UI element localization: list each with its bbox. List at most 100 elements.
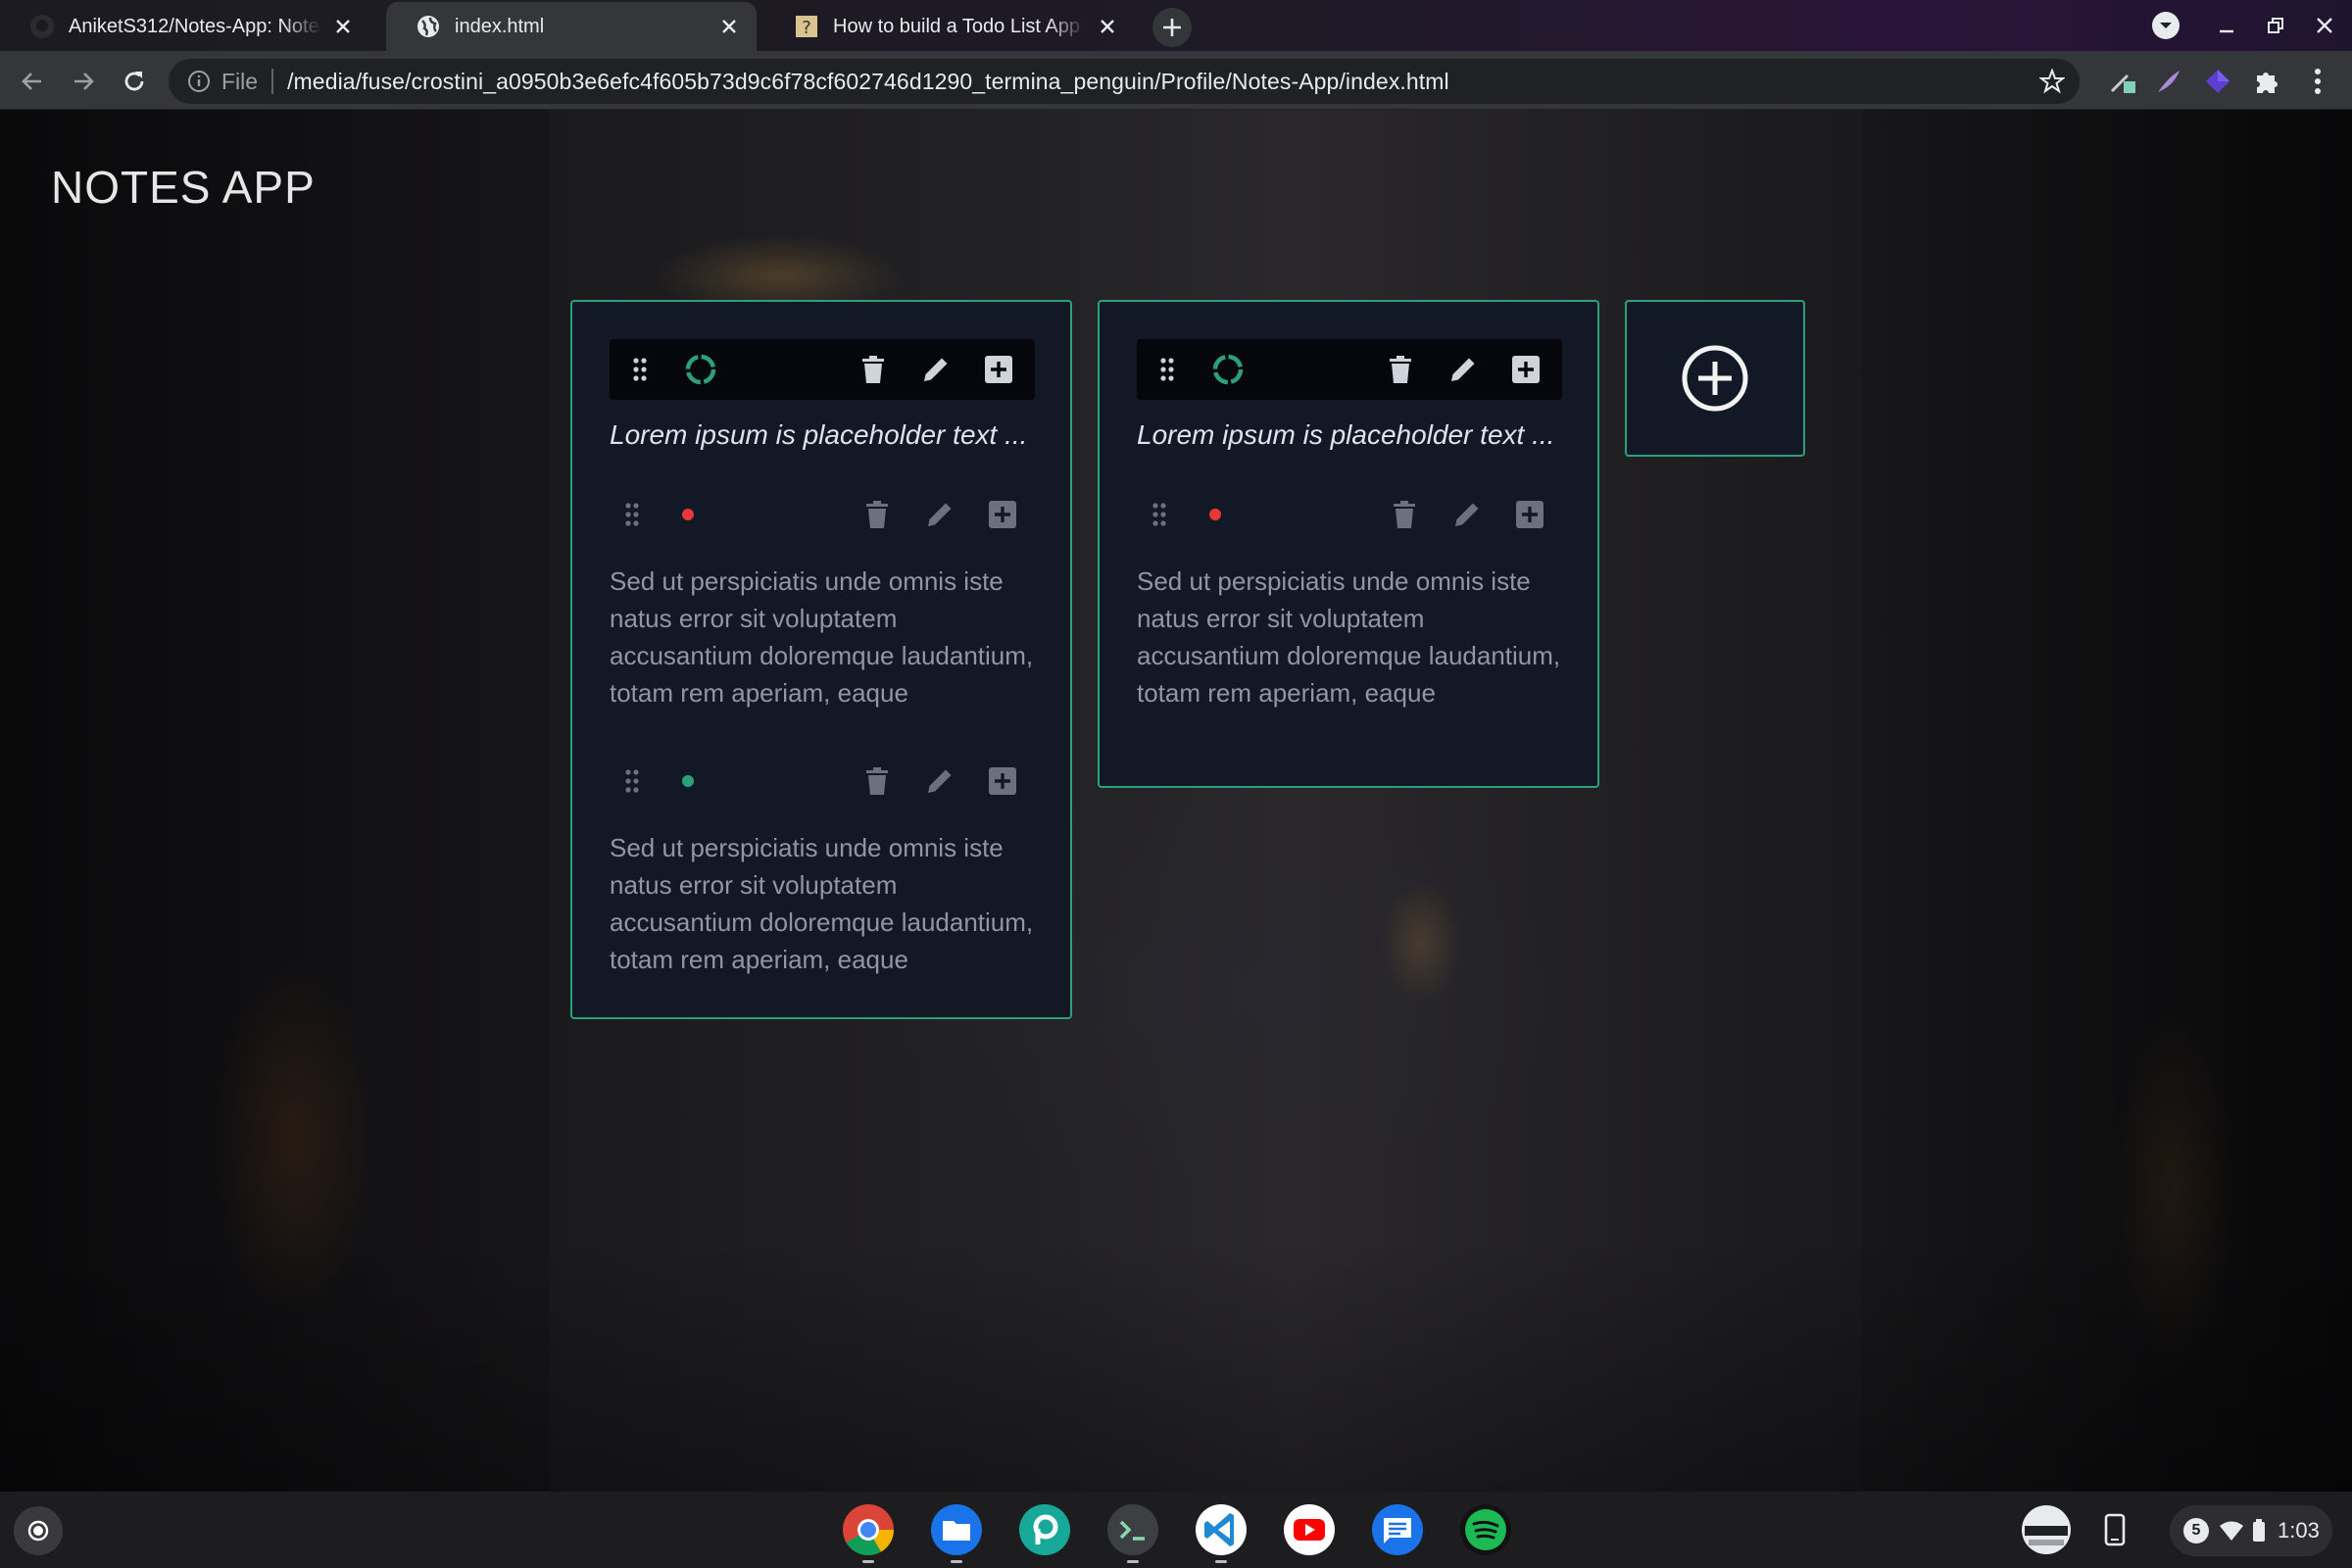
pencil-icon[interactable]	[923, 764, 956, 798]
files-app[interactable]	[929, 1502, 984, 1563]
pencil-icon[interactable]	[1446, 353, 1480, 386]
user-avatar[interactable]	[2019, 1502, 2074, 1557]
chrome-app[interactable]	[841, 1502, 896, 1563]
globe-icon	[416, 14, 441, 39]
star-icon[interactable]	[2038, 68, 2066, 95]
add-square-icon[interactable]	[1513, 498, 1546, 531]
puzzle-icon[interactable]	[2250, 65, 2283, 98]
add-square-icon[interactable]	[982, 353, 1015, 386]
trash-icon[interactable]	[860, 764, 894, 798]
close-icon	[2317, 18, 2332, 33]
tab-github-notes-app[interactable]: AniketS312/Notes-App: Notes App	[0, 2, 370, 51]
note-item-toolbar	[610, 757, 1035, 806]
pencil-icon[interactable]	[1450, 498, 1484, 531]
note-item-text: Sed ut perspiciatis unde omnis iste natu…	[610, 566, 1034, 708]
note-toolbar	[1137, 339, 1562, 400]
arrow-right-icon	[74, 73, 94, 90]
note-item-text: Sed ut perspiciatis unde omnis iste natu…	[1137, 566, 1561, 708]
avatar-icon	[2022, 1505, 2071, 1554]
chevron-down-icon	[2152, 12, 2180, 39]
status-dot-red	[682, 509, 694, 520]
note-item-toolbar	[610, 490, 1035, 539]
add-square-icon[interactable]	[986, 764, 1019, 798]
new-tab-button[interactable]	[1152, 8, 1192, 47]
url-text: /media/fuse/crostini_a0950b3e6efc4f605b7…	[287, 68, 1449, 94]
trash-icon[interactable]	[1384, 353, 1417, 386]
url-scheme: File	[221, 68, 259, 94]
spotify-app[interactable]	[1458, 1502, 1513, 1557]
add-square-icon[interactable]	[986, 498, 1019, 531]
os-shelf: 5 1:03	[0, 1492, 2352, 1568]
background-image	[0, 1237, 2352, 1492]
drag-handle-icon[interactable]	[1151, 353, 1184, 386]
trash-icon[interactable]	[1388, 498, 1421, 531]
system-tray[interactable]: 5 1:03	[2170, 1505, 2332, 1556]
add-square-icon[interactable]	[1509, 353, 1543, 386]
tab-todo-list-article[interactable]: ? How to build a Todo List App with	[764, 2, 1135, 51]
tab-index-html[interactable]: index.html	[386, 2, 757, 51]
info-icon[interactable]	[186, 69, 212, 94]
picsart-icon	[1019, 1504, 1070, 1555]
chrome-icon	[843, 1504, 894, 1555]
note-card: Lorem ipsum is placeholder text ... Sed …	[570, 300, 1072, 1019]
running-indicator	[1215, 1560, 1227, 1563]
color-picker-extension-icon[interactable]	[2105, 65, 2138, 98]
trash-icon[interactable]	[857, 353, 890, 386]
tab-title: How to build a Todo List App with	[833, 15, 1086, 37]
note-card: Lorem ipsum is placeholder text ... Sed …	[1098, 300, 1599, 788]
back-button[interactable]	[14, 63, 51, 100]
battery-icon	[2253, 1519, 2265, 1542]
feather-extension-icon[interactable]	[2152, 65, 2185, 98]
drag-handle-icon[interactable]	[1143, 498, 1176, 531]
note-title: Lorem ipsum is placeholder text ...	[610, 419, 1028, 450]
tab-strip: AniketS312/Notes-App: Notes App index.ht…	[0, 0, 2352, 51]
restore-button[interactable]	[2258, 10, 2293, 41]
forward-button[interactable]	[65, 63, 102, 100]
close-icon[interactable]	[1096, 15, 1119, 38]
menu-kebab-icon[interactable]	[2301, 65, 2334, 98]
youtube-app[interactable]	[1282, 1502, 1337, 1557]
wifi-icon	[2220, 1521, 2243, 1541]
drag-handle-icon[interactable]	[615, 764, 649, 798]
restore-icon	[2268, 18, 2283, 33]
status-dot-red	[1209, 509, 1221, 520]
launcher-icon	[27, 1520, 49, 1542]
address-bar[interactable]: File /media/fuse/crostini_a0950b3e6efc4f…	[169, 59, 2080, 104]
svg-text:?: ?	[802, 18, 811, 38]
reload-button[interactable]	[116, 63, 153, 100]
running-indicator	[862, 1560, 874, 1563]
cube-extension-icon[interactable]	[2201, 65, 2234, 98]
browser-toolbar: File /media/fuse/crostini_a0950b3e6efc4f…	[0, 51, 2352, 110]
notification-count: 5	[2183, 1518, 2209, 1544]
launcher-button[interactable]	[14, 1506, 63, 1555]
youtube-icon	[1284, 1504, 1335, 1555]
close-icon[interactable]	[331, 15, 355, 38]
trash-icon[interactable]	[860, 498, 894, 531]
terminal-icon	[1107, 1504, 1158, 1555]
drag-handle-icon[interactable]	[623, 353, 657, 386]
tab-title: index.html	[455, 15, 545, 37]
tab-title: AniketS312/Notes-App: Notes App	[69, 15, 321, 37]
messages-app[interactable]	[1370, 1502, 1425, 1557]
picsart-app[interactable]	[1017, 1502, 1072, 1557]
close-window-button[interactable]	[2307, 10, 2342, 41]
page-title: NOTES APP	[51, 162, 316, 213]
minimize-button[interactable]	[2209, 10, 2244, 41]
tab-search-button[interactable]	[2148, 10, 2183, 41]
spotify-icon	[1460, 1504, 1511, 1555]
pencil-icon[interactable]	[919, 353, 953, 386]
plus-icon	[1163, 19, 1181, 36]
vscode-app[interactable]	[1194, 1502, 1249, 1563]
add-note-button[interactable]	[1625, 300, 1805, 457]
reload-icon	[124, 72, 144, 91]
terminal-app[interactable]	[1105, 1502, 1160, 1563]
loading-spinner-icon	[1211, 353, 1245, 386]
close-icon[interactable]	[717, 15, 741, 38]
status-dot-green	[682, 775, 694, 787]
messages-icon	[1372, 1504, 1423, 1555]
phone-hub-button[interactable]	[2087, 1502, 2142, 1557]
clock: 1:03	[2278, 1518, 2320, 1543]
phone-icon	[2104, 1513, 2126, 1546]
drag-handle-icon[interactable]	[615, 498, 649, 531]
pencil-icon[interactable]	[923, 498, 956, 531]
